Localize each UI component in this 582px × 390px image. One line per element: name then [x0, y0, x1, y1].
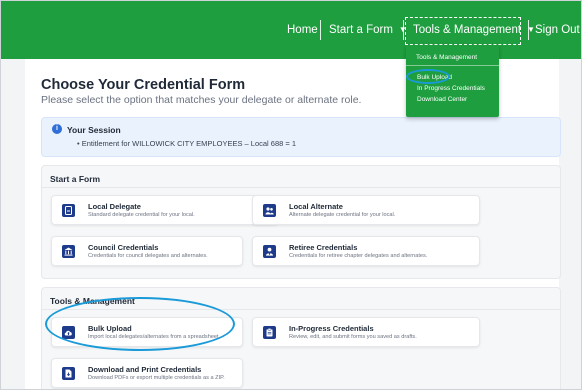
nav-start-form-menu[interactable]: Start a Form▼: [329, 23, 407, 37]
dropdown-item-in-progress[interactable]: In Progress Credentials: [417, 85, 485, 93]
nav-tools-label: Tools & Management: [413, 24, 522, 36]
session-entitlement: • Entitlement for WILLOWICK CITY EMPLOYE…: [77, 139, 297, 148]
tile-description: Credentials for council delegates and al…: [88, 253, 208, 259]
nav-start-form-label: Start a Form: [329, 24, 393, 36]
badge-icon: [62, 204, 75, 217]
page-subtitle: Please select the option that matches yo…: [41, 94, 362, 106]
tile-title: Local Alternate: [289, 202, 343, 211]
tile-title: Download and Print Credentials: [88, 365, 202, 374]
tile-title: Local Delegate: [88, 202, 141, 211]
council-credentials-tile[interactable]: Council Credentials Credentials for coun…: [51, 236, 243, 266]
local-delegate-tile[interactable]: Local Delegate Standard delegate credent…: [51, 195, 279, 225]
clipboard-icon: [263, 326, 276, 339]
tile-title: Retiree Credentials: [289, 243, 358, 252]
nav-divider: [528, 20, 529, 40]
local-alternate-tile[interactable]: Local Alternate Alternate delegate crede…: [252, 195, 480, 225]
nav-tools-menu[interactable]: Tools & Management ▼: [413, 23, 535, 37]
dropdown-highlight-ring: [406, 69, 450, 84]
session-info-box: i Your Session • Entitlement for WILLOWI…: [41, 117, 561, 157]
session-title: Your Session: [67, 125, 121, 135]
bulk-upload-highlight-ring: [45, 297, 235, 351]
tile-description: Review, edit, and submit forms you saved…: [289, 334, 417, 340]
tile-description: Download PDFs or export multiple credent…: [88, 375, 225, 381]
page-title: Choose Your Credential Form: [41, 77, 246, 93]
tile-description: Alternate delegate credential for your l…: [289, 212, 396, 218]
dropdown-header: Tools & Management: [416, 54, 478, 61]
tile-description: Standard delegate credential for your lo…: [88, 212, 195, 218]
dropdown-divider: [406, 65, 499, 66]
section-header: Start a Form: [42, 166, 560, 188]
start-form-section: Start a Form Local Delegate Standard del…: [41, 165, 561, 279]
tile-title: Council Credentials: [88, 243, 159, 252]
download-print-credentials-tile[interactable]: Download and Print Credentials Download …: [51, 358, 243, 388]
tile-title: In-Progress Credentials: [289, 324, 374, 333]
nav-divider: [403, 20, 404, 40]
user-tie-icon: [263, 245, 276, 258]
nav-home-link[interactable]: Home: [287, 23, 318, 37]
nav-divider: [320, 20, 321, 40]
in-progress-credentials-tile[interactable]: In-Progress Credentials Review, edit, an…: [252, 317, 480, 347]
dropdown-item-download-center[interactable]: Download Center: [417, 96, 467, 104]
retiree-credentials-tile[interactable]: Retiree Credentials Credentials for reti…: [252, 236, 480, 266]
building-columns-icon: [62, 245, 75, 258]
section-title: Start a Form: [50, 174, 101, 184]
app-window: Home Start a Form▼ Tools & Management▼ S…: [0, 0, 582, 390]
tile-description: Credentials for retiree chapter delegate…: [289, 253, 428, 259]
users-icon: [263, 204, 276, 217]
info-icon: i: [52, 124, 62, 134]
nav-sign-out-link[interactable]: Sign Out: [535, 23, 580, 37]
file-download-icon: [62, 367, 75, 380]
